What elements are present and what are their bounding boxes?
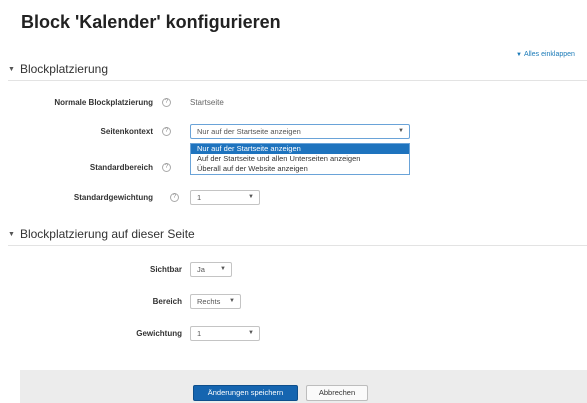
chevron-down-icon: ▼ [8,66,15,73]
caret-down-icon: ▼ [516,52,522,58]
region-value: Rechts [197,297,221,306]
help-icon[interactable]: ? [162,98,171,107]
section-header-blockplatzierung[interactable]: ▼ Blockplatzierung [8,62,108,76]
region-label: Bereich [152,297,182,306]
section-title: Blockplatzierung [19,62,108,76]
default-weight-label: Standardgewichtung [73,193,153,202]
section-title: Blockplatzierung auf dieser Seite [19,227,195,241]
collapse-all-link[interactable]: ▼ Alles einklappen [516,51,575,58]
dropdown-option[interactable]: Überall auf der Website anzeigen [191,164,409,174]
chevron-down-icon: ▼ [8,231,15,238]
visible-select[interactable]: Ja ▼ [190,262,232,277]
page-context-selected: Nur auf der Startseite anzeigen [197,127,301,136]
help-icon[interactable]: ? [162,163,171,172]
help-icon[interactable]: ? [170,193,179,202]
dropdown-option[interactable]: Nur auf der Startseite anzeigen [191,144,409,154]
caret-down-icon: ▼ [220,266,226,272]
collapse-all-label: Alles einklappen [523,51,575,58]
weight-label: Gewichtung [136,329,182,338]
visible-label: Sichtbar [149,265,182,274]
default-weight-value: 1 [197,193,202,202]
region-select[interactable]: Rechts ▼ [190,294,241,309]
visible-value: Ja [197,265,205,274]
section-header-this-page[interactable]: ▼ Blockplatzierung auf dieser Seite [8,227,195,241]
default-region-label: Standardbereich [89,163,153,172]
caret-down-icon: ▼ [248,194,254,200]
default-weight-select[interactable]: 1 ▼ [190,190,260,205]
section-divider [8,245,587,246]
page-context-select[interactable]: Nur auf der Startseite anzeigen ▼ [190,124,410,139]
weight-value: 1 [197,329,202,338]
section-divider [8,80,587,81]
save-button[interactable]: Änderungen speichern [193,385,298,401]
caret-down-icon: ▼ [229,298,235,304]
page-context-label: Seitenkontext [100,127,153,136]
form-footer [20,370,587,403]
page-title: Block 'Kalender' konfigurieren [21,12,281,32]
dropdown-option[interactable]: Auf der Startseite und allen Unterseiten… [191,154,409,164]
caret-down-icon: ▼ [398,128,404,134]
page-context-dropdown: Nur auf der Startseite anzeigen Auf der … [190,143,410,175]
normal-placement-value: Startseite [190,98,224,107]
weight-select[interactable]: 1 ▼ [190,326,260,341]
cancel-button[interactable]: Abbrechen [306,385,368,401]
normal-placement-label: Normale Blockplatzierung [54,98,153,107]
help-icon[interactable]: ? [162,127,171,136]
caret-down-icon: ▼ [248,330,254,336]
